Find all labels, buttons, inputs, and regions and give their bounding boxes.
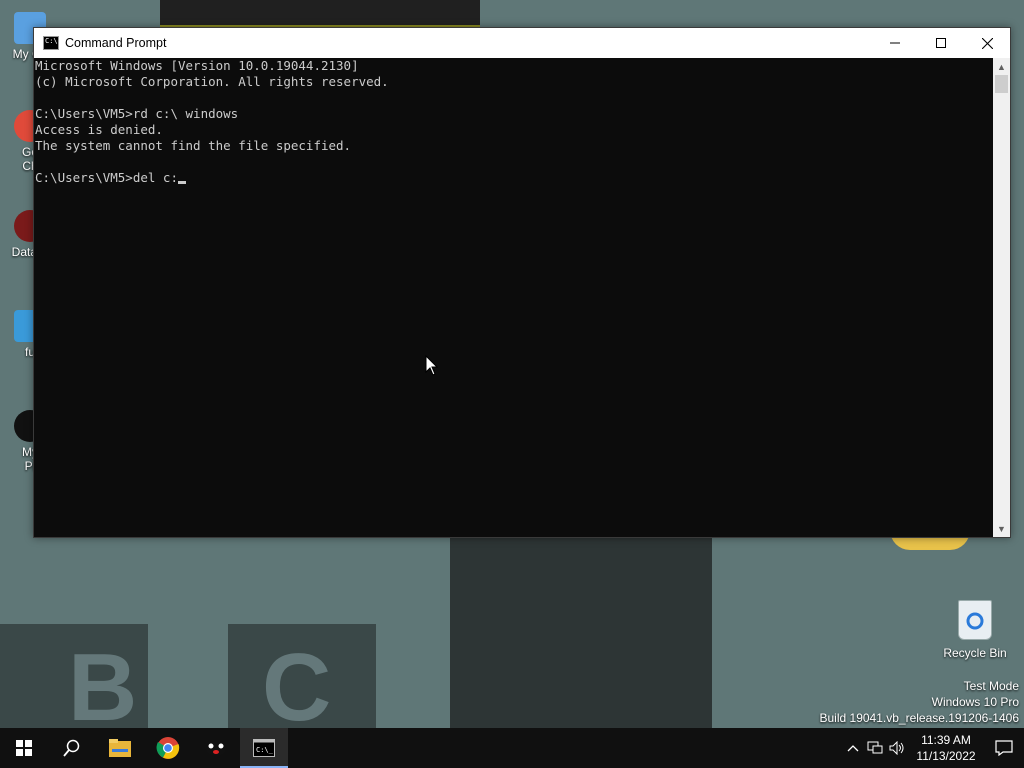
console-prompt: C:\Users\VM5>del c: bbox=[35, 170, 178, 185]
svg-text:C:\_: C:\_ bbox=[256, 746, 274, 754]
scroll-down-button[interactable]: ▼ bbox=[993, 520, 1010, 537]
search-button[interactable] bbox=[48, 728, 96, 768]
clock[interactable]: 11:39 AM 11/13/2022 bbox=[908, 732, 984, 764]
watermark-line: Test Mode bbox=[963, 679, 1019, 693]
window-title: Command Prompt bbox=[65, 36, 167, 50]
close-button[interactable] bbox=[964, 28, 1010, 58]
recycle-symbol-icon bbox=[966, 612, 984, 630]
console-line: Access is denied. bbox=[35, 122, 163, 137]
scrollbar-thumb[interactable] bbox=[995, 75, 1008, 93]
minimize-icon bbox=[890, 42, 900, 44]
wallpaper-dark-column bbox=[450, 538, 712, 728]
console-line: ​ bbox=[35, 154, 993, 170]
command-prompt-window[interactable]: Command Prompt Microsoft Windows [Versio… bbox=[33, 27, 1011, 538]
watermark-line: Build 19041.vb_release.191206-1406 bbox=[819, 711, 1020, 725]
chevron-up-icon bbox=[847, 745, 859, 752]
watermark-line: Windows 10 Pro bbox=[931, 695, 1019, 709]
mouse-pointer-icon bbox=[425, 355, 439, 376]
text-cursor bbox=[178, 181, 186, 184]
chrome-icon bbox=[156, 737, 180, 759]
wallpaper-letter-c: C bbox=[262, 634, 332, 741]
clock-date: 11/13/2022 bbox=[916, 749, 976, 763]
taskbar: C:\_ 11:39 AM 11/13/2022 bbox=[0, 728, 1024, 768]
show-hidden-icons-button[interactable] bbox=[842, 744, 864, 752]
wallpaper-letter-b: B bbox=[68, 634, 138, 741]
console-line: ​ bbox=[35, 90, 993, 106]
test-mode-watermark: Test Mode Windows 10 Pro Build 19041.vb_… bbox=[820, 678, 1020, 726]
command-prompt-icon bbox=[43, 36, 59, 50]
scroll-up-button[interactable]: ▲ bbox=[993, 58, 1010, 75]
recycle-bin-label: Recycle Bin bbox=[943, 646, 1007, 660]
recycle-bin-icon bbox=[958, 600, 992, 640]
action-center-button[interactable] bbox=[984, 728, 1024, 768]
command-prompt-icon: C:\_ bbox=[253, 739, 275, 757]
search-icon bbox=[63, 739, 80, 757]
vertical-scrollbar[interactable]: ▲ ▼ bbox=[993, 58, 1010, 537]
taskbar-app[interactable] bbox=[192, 728, 240, 768]
file-explorer-icon bbox=[109, 739, 131, 757]
network-button[interactable] bbox=[864, 741, 886, 755]
console-output[interactable]: Microsoft Windows [Version 10.0.19044.21… bbox=[34, 58, 993, 537]
console-line: C:\Users\VM5>rd c:\ windows bbox=[35, 106, 239, 121]
maximize-button[interactable] bbox=[918, 28, 964, 58]
wallpaper-top-shape bbox=[160, 0, 480, 28]
system-tray: 11:39 AM 11/13/2022 bbox=[842, 728, 1024, 768]
app-icon bbox=[206, 742, 226, 756]
volume-icon bbox=[889, 741, 904, 755]
maximize-icon bbox=[936, 38, 946, 48]
volume-button[interactable] bbox=[886, 741, 908, 755]
taskbar-file-explorer[interactable] bbox=[96, 728, 144, 768]
start-icon bbox=[16, 740, 32, 756]
close-icon bbox=[981, 37, 993, 49]
console-line: Microsoft Windows [Version 10.0.19044.21… bbox=[35, 58, 359, 73]
minimize-button[interactable] bbox=[872, 28, 918, 58]
console-input-line[interactable]: C:\Users\VM5>del c: bbox=[35, 170, 993, 186]
taskbar-chrome[interactable] bbox=[144, 728, 192, 768]
title-bar[interactable]: Command Prompt bbox=[34, 28, 1010, 58]
taskbar-command-prompt[interactable]: C:\_ bbox=[240, 728, 288, 768]
network-icon bbox=[867, 741, 883, 754]
start-button[interactable] bbox=[0, 728, 48, 768]
notification-icon bbox=[995, 740, 1013, 756]
console-line: The system cannot find the file specifie… bbox=[35, 138, 352, 153]
desktop-icon-recycle-bin[interactable]: Recycle Bin bbox=[940, 600, 1010, 660]
console-line: (c) Microsoft Corporation. All rights re… bbox=[35, 74, 389, 89]
clock-time: 11:39 AM bbox=[921, 733, 971, 747]
